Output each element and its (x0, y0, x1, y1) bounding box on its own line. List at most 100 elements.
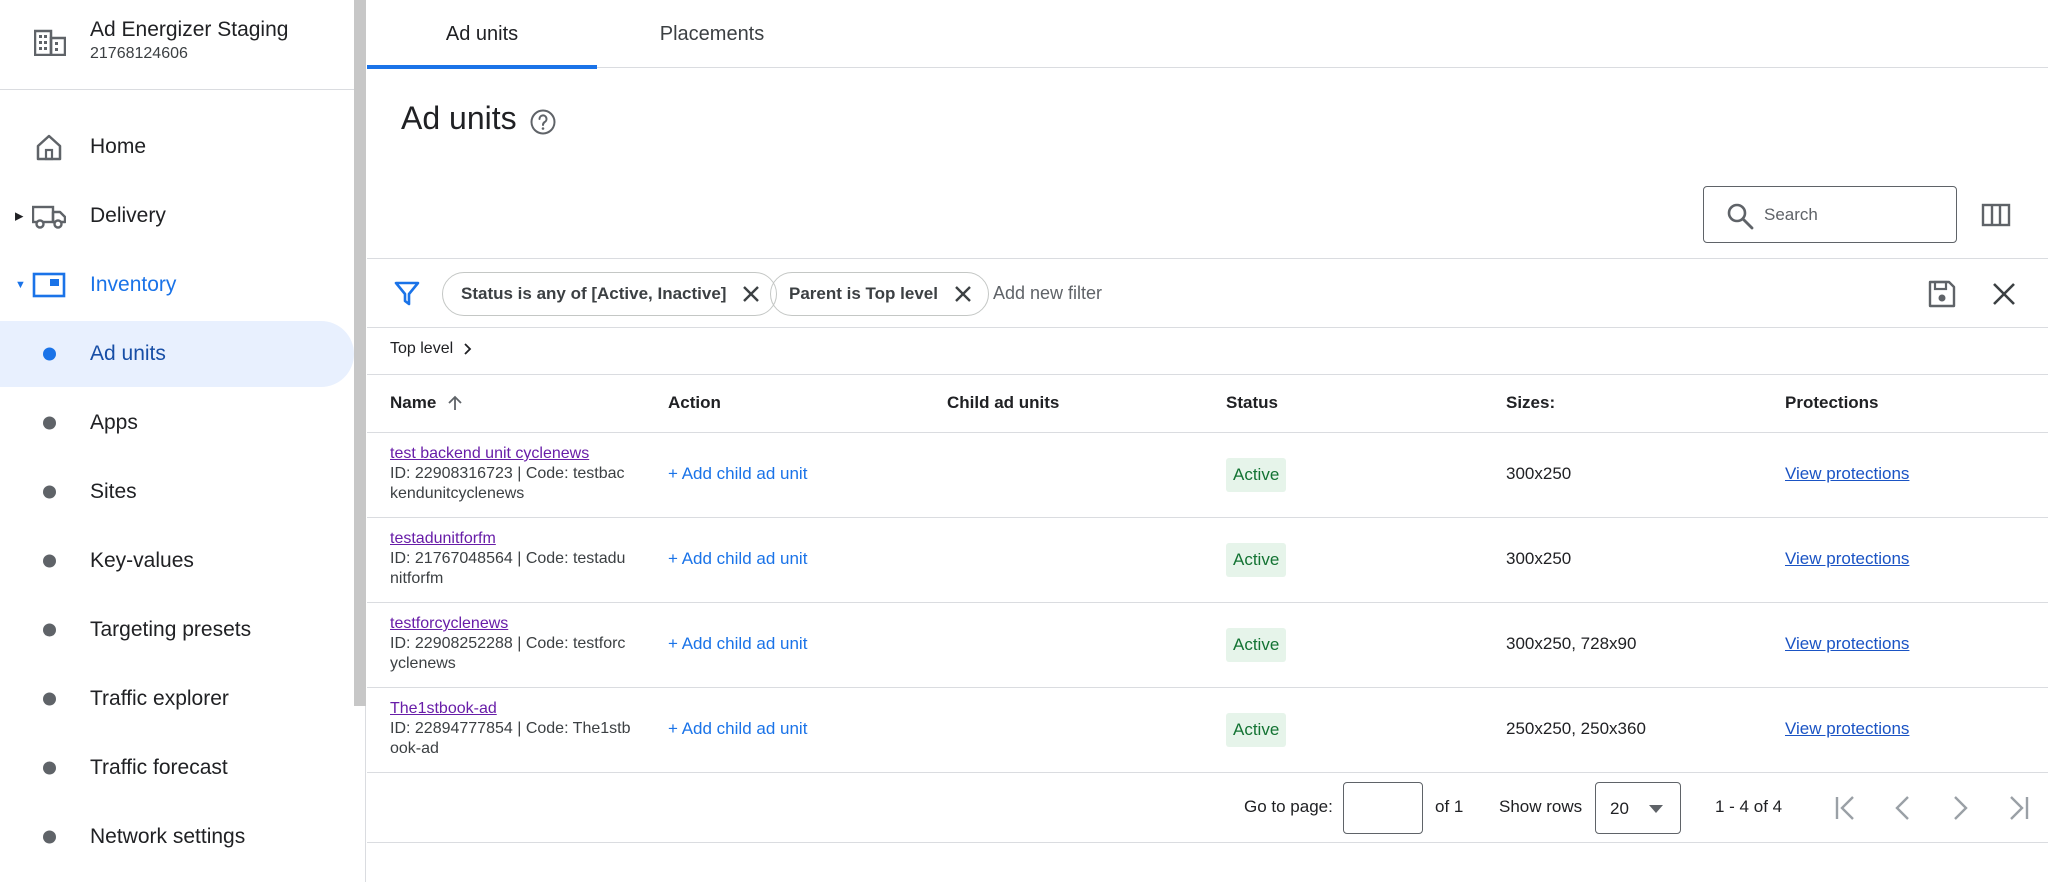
ad-unit-link[interactable]: testadunitforfm (390, 529, 650, 549)
ad-unit-link[interactable]: testforcyclenews (390, 614, 650, 634)
sidebar-item-ad-units[interactable]: Ad units (0, 321, 354, 387)
table-row: test backend unit cyclenews ID: 22908316… (367, 433, 2048, 518)
add-filter-input[interactable]: Add new filter (993, 283, 1102, 304)
bullet-icon (43, 485, 56, 499)
arrow-up-icon (448, 395, 462, 410)
dropdown-arrow-icon (1649, 805, 1663, 813)
sidebar-scrollbar[interactable] (354, 0, 366, 706)
status-badge: Active (1226, 713, 1287, 747)
sidebar-item-apps[interactable]: Apps (0, 390, 354, 456)
breadcrumb-item: Top level (390, 340, 454, 357)
sidebar-item-label: Sites (90, 480, 137, 503)
tab-ad-units[interactable]: Ad units (367, 0, 597, 69)
ad-unit-link[interactable]: test backend unit cyclenews (390, 444, 650, 464)
sidebar-item-inventory[interactable]: ▼ Inventory (0, 252, 354, 318)
sidebar-item-label: Network settings (90, 825, 246, 848)
column-header-name[interactable]: Name (390, 393, 464, 413)
search-field[interactable] (1703, 186, 1957, 243)
sidebar-item-label: Ad units (90, 342, 166, 365)
sizes-cell: 300x250 (1506, 464, 1572, 483)
status-badge: Active (1226, 628, 1287, 662)
filter-chip-status[interactable]: Status is any of [Active, Inactive] (442, 272, 778, 316)
page-number-input[interactable] (1343, 782, 1423, 834)
search-icon (1727, 203, 1754, 230)
sidebar-item-label: Inventory (90, 273, 177, 296)
columns-icon[interactable] (1981, 200, 2011, 230)
ad-unit-name-cell: The1stbook-ad ID: 22894777854 | Code: Th… (390, 699, 650, 759)
close-icon[interactable] (952, 283, 974, 305)
ad-unit-meta: ID: 22908316723 | Code: testbac kendunit… (390, 465, 625, 502)
sidebar-item-key-values[interactable]: Key-values (0, 528, 354, 594)
last-page-icon[interactable] (2003, 793, 2033, 823)
table-row: The1stbook-ad ID: 22894777854 | Code: Th… (367, 688, 2048, 773)
account-name: Ad Energizer Staging (90, 18, 289, 41)
bullet-icon (43, 416, 56, 430)
show-rows-label: Show rows (1499, 797, 1583, 816)
filter-icon[interactable] (393, 279, 421, 307)
sidebar-item-label: Key-values (90, 549, 194, 572)
sidebar-item-traffic-forecast[interactable]: Traffic forecast (0, 735, 354, 801)
first-page-icon[interactable] (1831, 793, 1861, 823)
search-input[interactable] (1764, 197, 1944, 233)
caret-right-icon[interactable]: ▶ (15, 210, 23, 223)
filter-bar: Status is any of [Active, Inactive] Pare… (367, 258, 2048, 328)
page-title: Ad units (401, 100, 517, 136)
view-protections-link[interactable]: View protections (1785, 549, 1909, 569)
sidebar: Ad Energizer Staging 21768124606 Home ▶ … (0, 0, 366, 882)
add-child-ad-unit-button[interactable]: + Add child ad unit (668, 634, 807, 654)
tab-placements[interactable]: Placements (597, 0, 827, 68)
help-icon[interactable] (529, 108, 557, 136)
sidebar-item-label: Delivery (90, 204, 166, 227)
sizes-cell: 250x250, 250x360 (1506, 719, 1646, 738)
sizes-cell: 300x250, 728x90 (1506, 634, 1637, 653)
sidebar-item-sites[interactable]: Sites (0, 459, 354, 525)
filter-chip-label: Status is any of [Active, Inactive] (461, 284, 727, 303)
sidebar-item-label: Traffic forecast (90, 756, 228, 779)
status-badge: Active (1226, 543, 1287, 577)
inventory-icon (32, 272, 66, 298)
sidebar-item-label: Apps (90, 411, 138, 434)
rows-per-page-select[interactable]: 20 (1595, 782, 1681, 834)
status-badge: Active (1226, 458, 1287, 492)
filter-chip-label: Parent is Top level (789, 284, 938, 303)
sidebar-item-targeting-presets[interactable]: Targeting presets (0, 597, 354, 663)
sidebar-item-traffic-explorer[interactable]: Traffic explorer (0, 666, 354, 732)
view-protections-link[interactable]: View protections (1785, 719, 1909, 739)
account-header[interactable]: Ad Energizer Staging 21768124606 (0, 0, 354, 90)
sidebar-item-label: Traffic explorer (90, 687, 229, 710)
ad-unit-meta: ID: 21767048564 | Code: testadu nitforfm (390, 550, 626, 587)
table-header: Name Action Child ad units Status Sizes:… (367, 374, 2048, 433)
previous-page-icon[interactable] (1888, 793, 1918, 823)
ad-unit-meta: ID: 22894777854 | Code: The1stb ook-ad (390, 720, 631, 757)
view-protections-link[interactable]: View protections (1785, 464, 1909, 484)
column-header-action: Action (668, 393, 721, 412)
column-header-status: Status (1226, 393, 1278, 412)
sidebar-item-label: Home (90, 135, 147, 158)
add-child-ad-unit-button[interactable]: + Add child ad unit (668, 549, 807, 569)
page-count-label: of 1 (1435, 797, 1464, 816)
clear-filters-icon[interactable] (1989, 279, 2019, 309)
bullet-icon (43, 347, 56, 361)
sidebar-item-delivery[interactable]: ▶ Delivery (0, 183, 354, 249)
breadcrumb[interactable]: Top level (390, 340, 475, 358)
rows-per-page-value: 20 (1610, 799, 1629, 818)
sidebar-item-home[interactable]: Home (0, 114, 354, 180)
bullet-icon (43, 830, 56, 844)
ad-unit-name-cell: test backend unit cyclenews ID: 22908316… (390, 444, 650, 504)
filter-chip-parent[interactable]: Parent is Top level (770, 272, 989, 316)
view-protections-link[interactable]: View protections (1785, 634, 1909, 654)
close-icon[interactable] (740, 283, 762, 305)
range-label: 1 - 4 of 4 (1715, 797, 1783, 816)
caret-down-icon[interactable]: ▼ (15, 279, 26, 291)
column-header-protections: Protections (1785, 393, 1879, 412)
add-child-ad-unit-button[interactable]: + Add child ad unit (668, 464, 807, 484)
sidebar-item-network-settings[interactable]: Network settings (0, 804, 354, 870)
next-page-icon[interactable] (1945, 793, 1975, 823)
save-icon[interactable] (1927, 279, 1957, 309)
chevron-right-icon (464, 343, 472, 355)
ad-unit-link[interactable]: The1stbook-ad (390, 699, 650, 719)
ad-units-table: Name Action Child ad units Status Sizes:… (367, 374, 2048, 773)
column-header-child-ad-units: Child ad units (947, 393, 1060, 412)
table-row: testadunitforfm ID: 21767048564 | Code: … (367, 518, 2048, 603)
add-child-ad-unit-button[interactable]: + Add child ad unit (668, 719, 807, 739)
